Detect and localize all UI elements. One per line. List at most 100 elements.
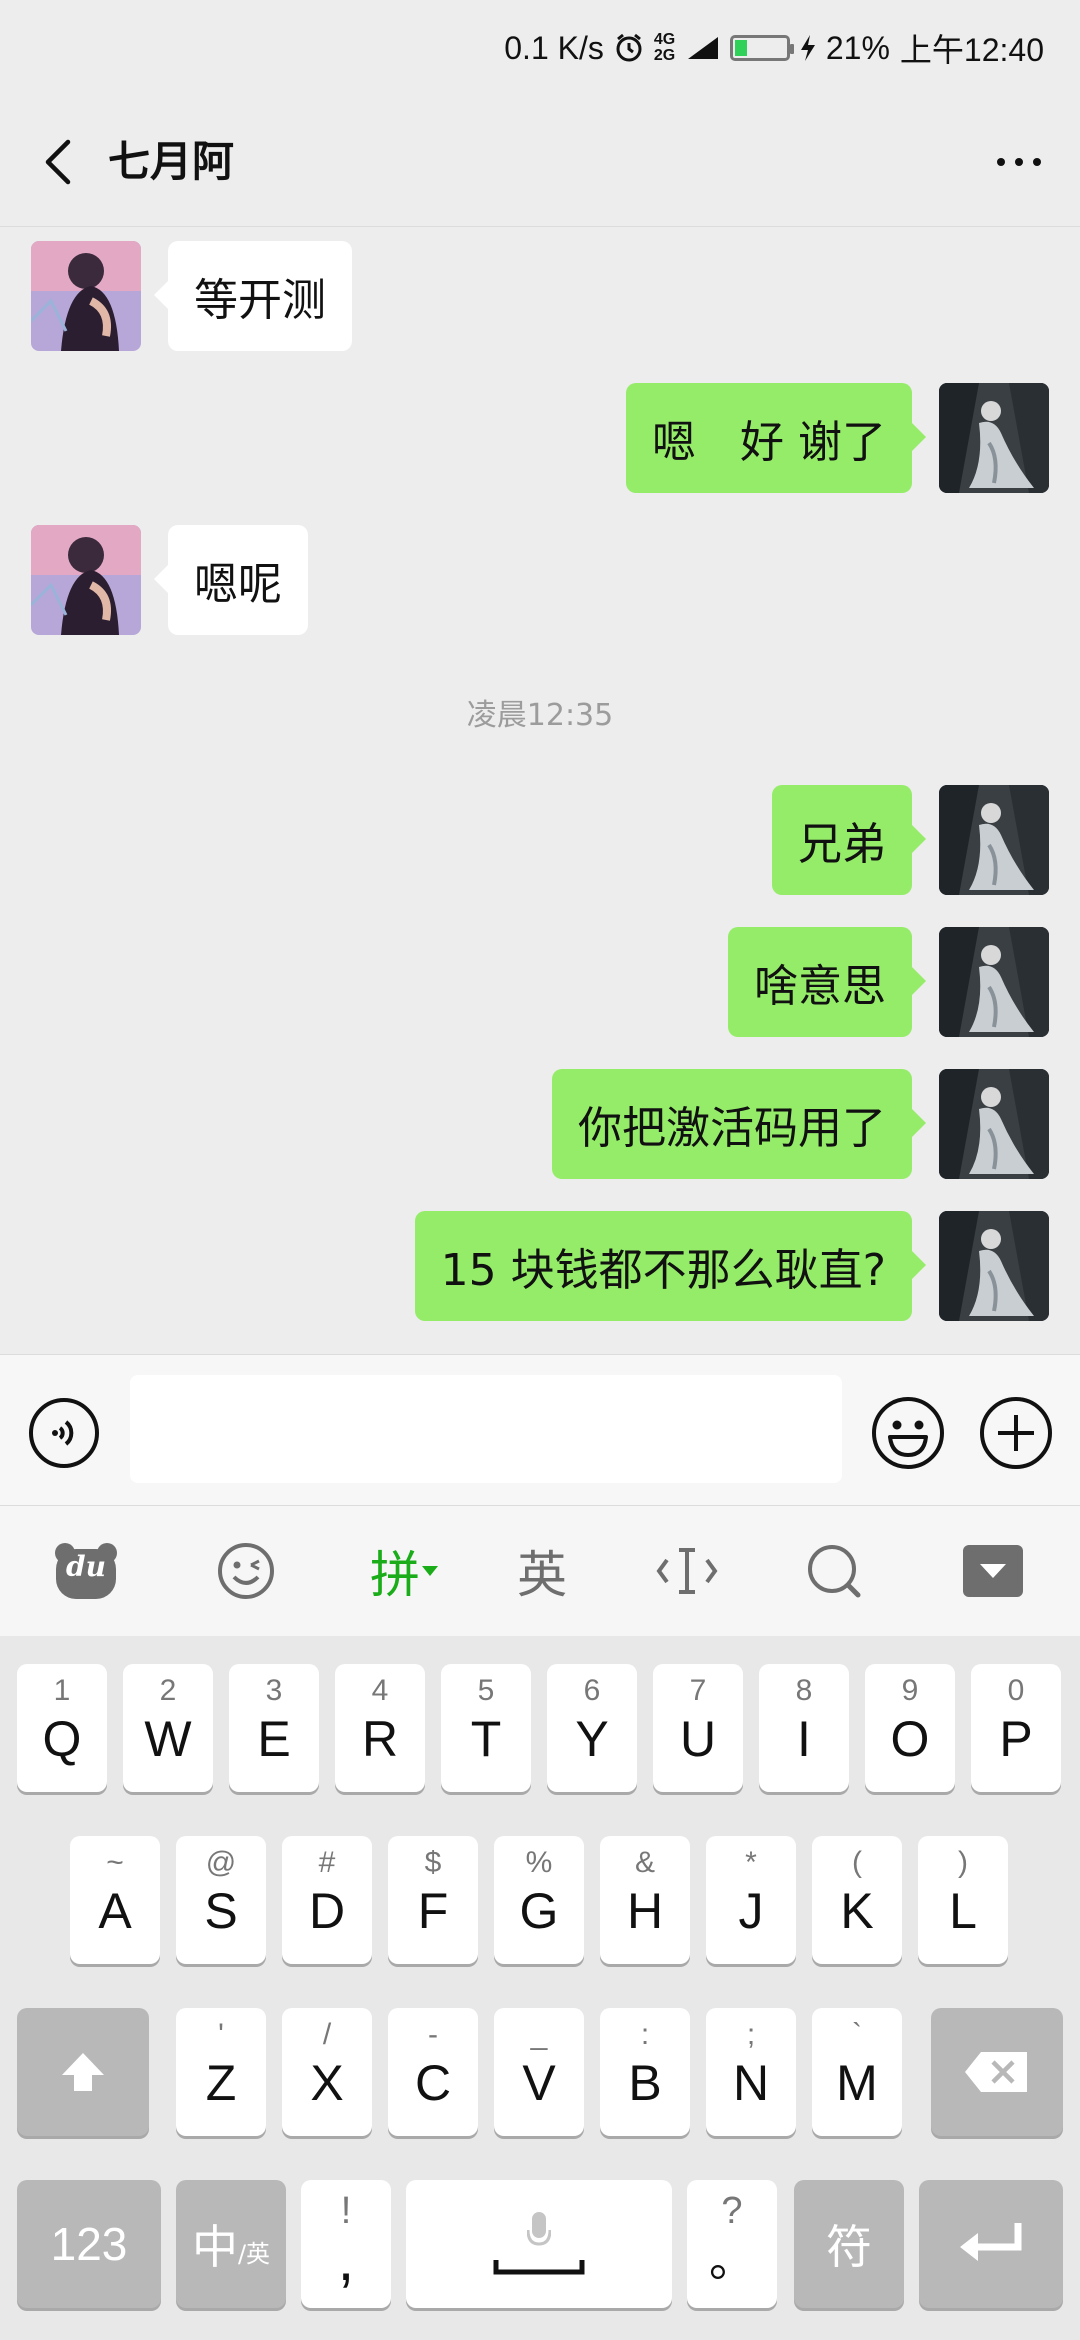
key-o[interactable]: 9O (865, 1664, 955, 1792)
ime-logo-button[interactable]: du (50, 1536, 122, 1606)
contact-avatar[interactable] (31, 241, 141, 351)
my-avatar[interactable] (939, 383, 1049, 493)
search-button[interactable] (802, 1536, 866, 1606)
collapse-keyboard-icon (963, 1545, 1023, 1597)
message-row: 嗯呢 (0, 525, 1080, 635)
battery-icon (729, 35, 794, 61)
key-y[interactable]: 6Y (547, 1664, 637, 1792)
message-bubble-sent[interactable]: 你把激活码用了 (552, 1069, 926, 1179)
more-options-button[interactable] (984, 132, 1054, 192)
key-l[interactable]: ) L (918, 1836, 1008, 1964)
comma-key[interactable]: !, (301, 2180, 391, 2308)
message-input-bar (0, 1354, 1080, 1506)
key-b[interactable]: :B (600, 2008, 690, 2136)
text-cursor-icon (656, 1548, 718, 1594)
key-m[interactable]: ` M (812, 2008, 902, 2136)
key-f[interactable]: $ F (388, 1836, 478, 1964)
shift-arrow-icon (62, 2053, 104, 2091)
backspace-icon (965, 2052, 1027, 2092)
charging-icon (800, 35, 816, 61)
message-bubble-sent[interactable]: 啥意思 (728, 927, 926, 1037)
english-mode-button[interactable]: 英 (510, 1536, 574, 1606)
key-a[interactable]: ~ A (70, 1836, 160, 1964)
key-n[interactable]: ; N (706, 2008, 796, 2136)
message-bubble-sent[interactable]: 嗯 好 谢了 (626, 383, 926, 493)
cursor-move-button[interactable] (654, 1536, 720, 1606)
message-input[interactable] (130, 1375, 842, 1483)
wink-face-icon (218, 1543, 274, 1599)
network-type: 4G 2G (653, 31, 676, 64)
pinyin-label: 拼 (370, 1546, 420, 1604)
key-p[interactable]: 0P (971, 1664, 1061, 1792)
symbols-key[interactable]: 符 (794, 2180, 904, 2308)
key-i[interactable]: 8I (759, 1664, 849, 1792)
pinyin-mode-button[interactable]: 拼 (362, 1536, 448, 1606)
my-avatar[interactable] (939, 927, 1049, 1037)
battery-percent: 21% (825, 29, 890, 66)
emoji-button[interactable] (870, 1395, 946, 1471)
period-key[interactable]: ?。 (687, 2180, 777, 2308)
key-w[interactable]: 2W (123, 1664, 213, 1792)
enter-key[interactable] (919, 2180, 1063, 2308)
emoji-panel-button[interactable] (214, 1536, 278, 1606)
network-speed: 0.1 K/s (504, 29, 604, 66)
ime-logo-text: du (66, 1550, 106, 1583)
key-c[interactable]: -C (388, 2008, 478, 2136)
message-bubble-received[interactable]: 等开测 (154, 241, 352, 351)
voice-icon (29, 1398, 99, 1468)
key-j[interactable]: * J (706, 1836, 796, 1964)
microphone-icon (527, 2212, 551, 2246)
key-u[interactable]: 7U (653, 1664, 743, 1792)
english-label: 英 (517, 1546, 567, 1604)
back-button[interactable] (28, 132, 88, 192)
chat-timestamp: 凌晨12:35 (466, 698, 614, 733)
hide-keyboard-button[interactable] (960, 1536, 1026, 1606)
return-arrow-icon (960, 2223, 1022, 2261)
search-icon (808, 1545, 861, 1598)
smiley-icon (872, 1397, 944, 1469)
message-row: 你把激活码用了 (0, 1069, 1080, 1179)
shift-key[interactable] (17, 2008, 149, 2136)
key-v[interactable]: _ V (494, 2008, 584, 2136)
backspace-key[interactable] (931, 2008, 1063, 2136)
more-icon (997, 158, 1005, 166)
chat-title: 七月阿 (108, 137, 235, 186)
my-avatar[interactable] (939, 785, 1049, 895)
message-row: 嗯 好 谢了 (0, 383, 1080, 493)
signal-icon (686, 35, 720, 61)
numbers-key[interactable]: 123 (17, 2180, 161, 2308)
my-avatar[interactable] (939, 1069, 1049, 1179)
key-d[interactable]: # D (282, 1836, 372, 1964)
key-s[interactable]: @ S (176, 1836, 266, 1964)
key-h[interactable]: & H (600, 1836, 690, 1964)
key-k[interactable]: (K (812, 1836, 902, 1964)
back-arrow-icon (45, 139, 71, 185)
voice-input-button[interactable] (28, 1397, 100, 1469)
key-g[interactable]: % G (494, 1836, 584, 1964)
key-r[interactable]: 4R (335, 1664, 425, 1792)
clock: 上午12:40 (899, 32, 1044, 68)
space-key[interactable] (406, 2180, 672, 2308)
caret-down-icon (422, 1566, 438, 1576)
key-z[interactable]: ' Z (176, 2008, 266, 2136)
message-row: 15 块钱都不那么耿直? (0, 1211, 1080, 1321)
plus-icon (980, 1397, 1052, 1469)
key-q[interactable]: 1Q (17, 1664, 107, 1792)
message-row: 等开测 (0, 241, 1080, 351)
message-bubble-sent[interactable]: 15 块钱都不那么耿直? (414, 1211, 927, 1321)
key-x[interactable]: / X (282, 2008, 372, 2136)
contact-avatar[interactable] (31, 525, 141, 635)
language-switch-key[interactable]: 中/英 (176, 2180, 286, 2308)
key-e[interactable]: 3E (229, 1664, 319, 1792)
message-row: 兄弟 (0, 785, 1080, 895)
ime-toolbar: du 拼 英 (0, 1506, 1080, 1636)
alarm-icon (614, 33, 644, 63)
chat-header: 七月阿 (0, 96, 1080, 227)
message-list[interactable]: 等开测 嗯 好 谢了 嗯呢 凌晨12:35 兄弟 啥意思 你把激活码用了 15 … (0, 226, 1080, 1354)
more-functions-button[interactable] (978, 1395, 1054, 1471)
my-avatar[interactable] (939, 1211, 1049, 1321)
message-bubble-sent[interactable]: 兄弟 (772, 785, 926, 895)
message-bubble-received[interactable]: 嗯呢 (154, 525, 308, 635)
key-t[interactable]: 5T (441, 1664, 531, 1792)
message-row: 啥意思 (0, 927, 1080, 1037)
